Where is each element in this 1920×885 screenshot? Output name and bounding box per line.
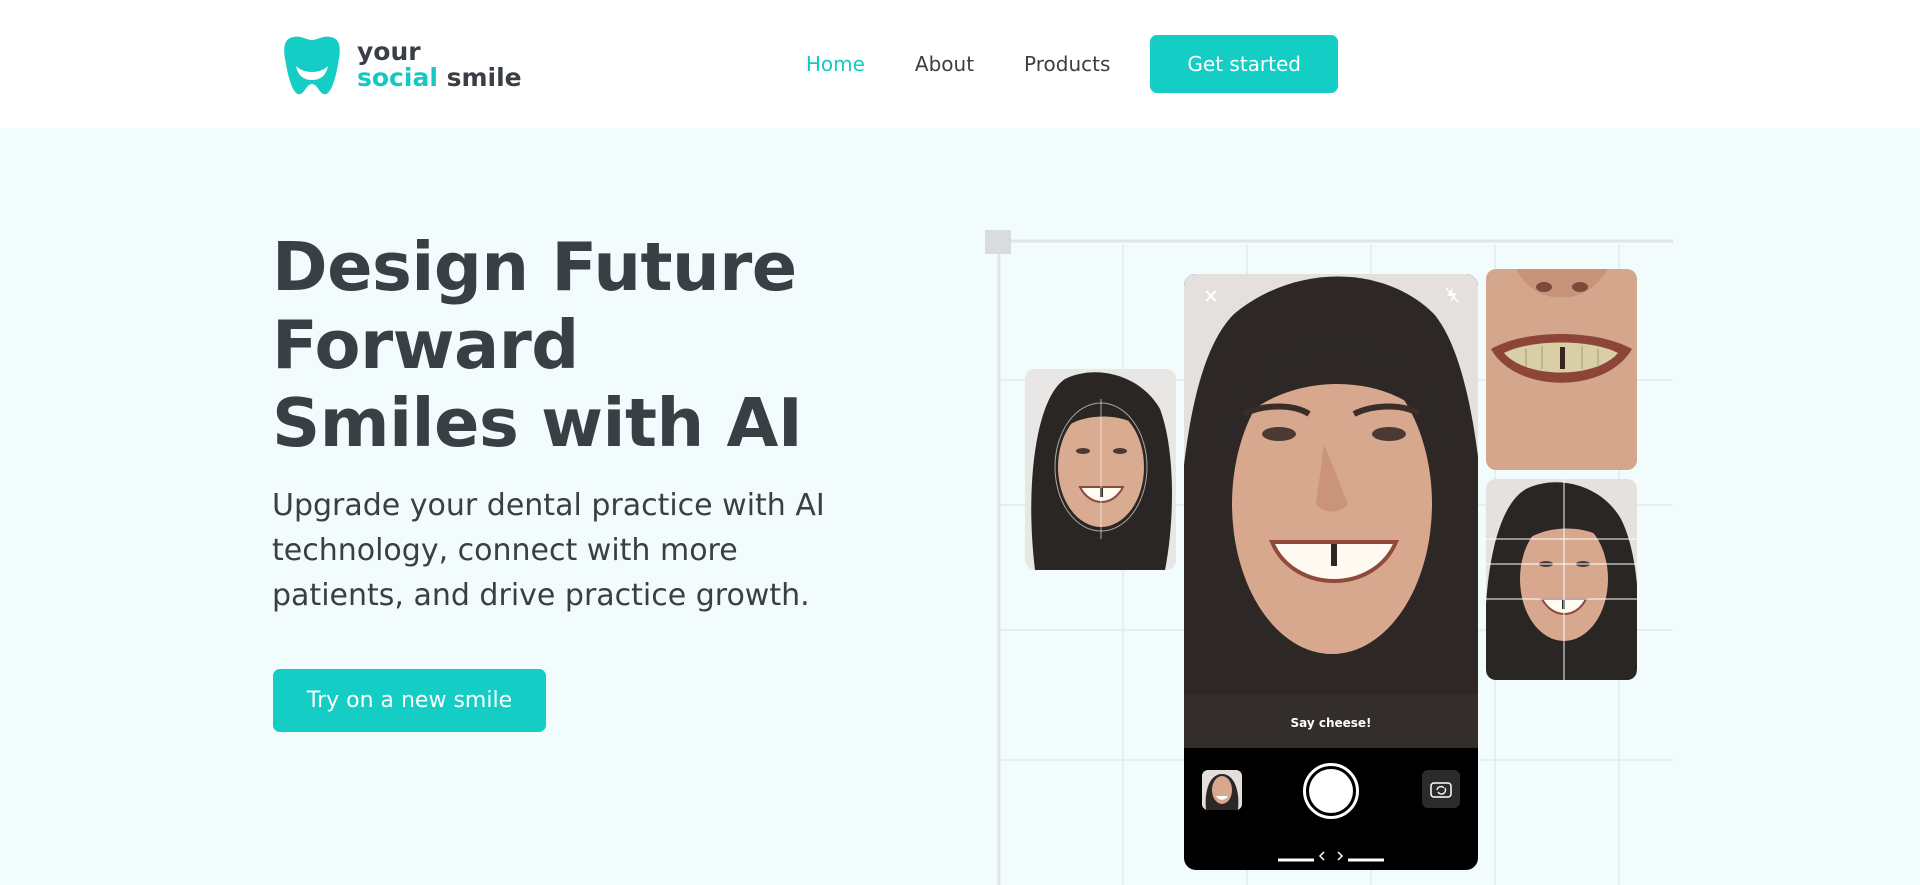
teeth-closeup-card	[1486, 269, 1637, 470]
gallery-thumbnail[interactable]	[1202, 770, 1242, 810]
chevron-right-icon[interactable]	[1337, 851, 1344, 861]
carousel-nav	[1278, 851, 1384, 862]
nav-products[interactable]: Products	[1024, 52, 1110, 76]
close-icon[interactable]	[1204, 288, 1218, 307]
hero-subtitle: Upgrade your dental practice with AI tec…	[272, 488, 825, 613]
nav-about[interactable]: About	[915, 52, 974, 76]
shutter-button[interactable]	[1303, 763, 1359, 819]
camera-caption: Say cheese!	[1290, 716, 1372, 730]
nav-home[interactable]: Home	[806, 52, 865, 76]
brand-accent: social	[357, 63, 438, 92]
flash-off-icon[interactable]	[1444, 286, 1460, 308]
portrait-photo	[1184, 274, 1478, 748]
camera-flip-icon[interactable]	[1422, 770, 1460, 808]
try-smile-button[interactable]: Try on a new smile	[273, 669, 546, 732]
brand-logo[interactable]: your social smile	[282, 34, 522, 96]
get-started-button[interactable]: Get started	[1150, 35, 1338, 93]
tooth-logo-icon	[284, 36, 340, 95]
face-analysis-card	[1486, 479, 1637, 680]
brand-name: your social smile	[357, 37, 522, 92]
main-nav: Home About Products Get started	[756, 35, 1338, 93]
hero-title: Design Future Forward Smiles with AI	[272, 228, 803, 462]
face-scan-card	[1025, 369, 1176, 570]
phone-camera-mockup: Say cheese!	[1184, 274, 1478, 870]
chevron-left-icon[interactable]	[1318, 851, 1325, 861]
site-header: your social smile Home About Products Ge…	[0, 0, 1920, 128]
